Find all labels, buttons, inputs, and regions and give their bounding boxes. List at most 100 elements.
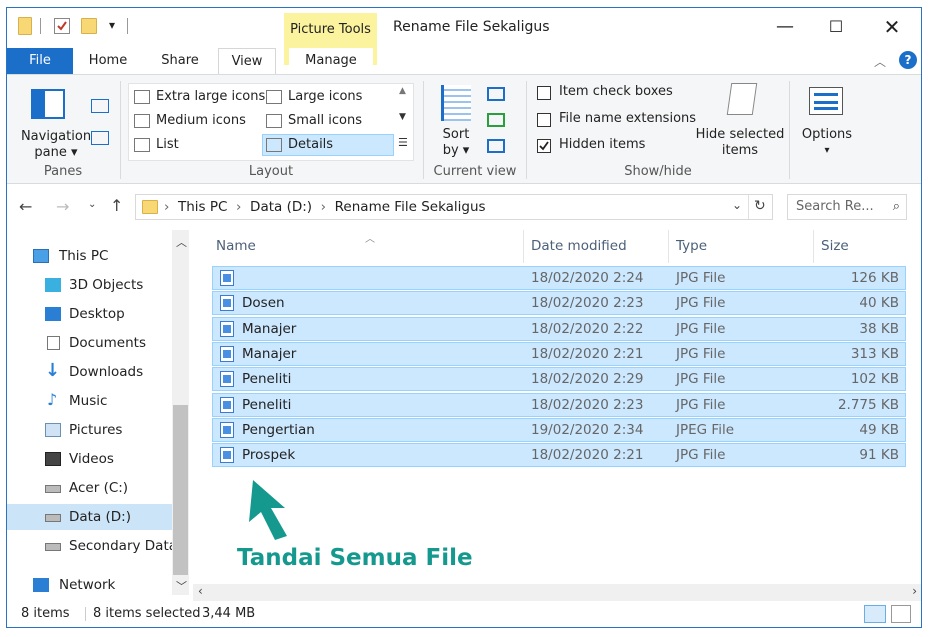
nav-item-acer-c[interactable]: Acer (C:) [7,475,172,501]
hide-selected-label2: items [721,143,759,158]
up-icon[interactable]: ↑ [110,196,123,215]
help-icon[interactable]: ? [899,51,917,69]
nav-item-documents[interactable]: Documents [7,330,172,356]
scroll-left-icon[interactable]: ‹ [198,584,203,598]
layout-details[interactable]: Details [262,134,394,156]
details-pane-icon[interactable] [91,131,109,145]
customize-qat-icon[interactable]: ▾ [109,18,115,32]
tab-view[interactable]: View [218,48,276,74]
medium-icons-icon [134,113,150,128]
recent-locations-icon[interactable]: ⌄ [88,199,96,210]
scroll-down-icon[interactable]: ﹀ [176,578,187,594]
large-icons-view-icon[interactable] [891,605,911,623]
gallery-more-icon[interactable]: ☰ [398,136,408,149]
nav-item-data-d[interactable]: Data (D:) [7,504,172,530]
file-date: 18/02/2020 2:23 [531,396,644,413]
table-row[interactable]: Manajer 18/02/2020 2:21 JPG File 313 KB [212,341,906,366]
nav-item-pictures[interactable]: Pictures [7,417,172,443]
hide-selected-button[interactable]: Hide selected items [695,127,785,159]
size-columns-icon[interactable] [487,139,505,153]
column-header-name[interactable]: Name [216,230,256,263]
nav-item-desktop[interactable]: Desktop [7,301,172,327]
breadcrumb-this-pc[interactable]: This PC [178,199,227,215]
options-icon [809,87,843,115]
navigation-pane-button[interactable]: Navigation pane ▾ [15,129,97,161]
breadcrumb-chevron-icon[interactable]: › [321,199,326,215]
hidden-items-checkbox[interactable] [537,139,551,153]
horizontal-scrollbar[interactable]: ‹ › [193,584,921,601]
navigation-pane-icon[interactable] [31,89,65,119]
gallery-scroll-down-icon[interactable]: ▼ [399,112,406,122]
tab-share[interactable]: Share [152,48,208,74]
close-button[interactable]: ✕ [869,8,915,48]
column-header-date[interactable]: Date modified [531,230,627,263]
preview-pane-icon[interactable] [91,99,109,113]
file-type: JPG File [676,270,726,286]
new-folder-icon[interactable] [81,18,97,34]
layout-list-label: List [156,137,179,152]
column-header-type[interactable]: Type [676,230,707,263]
address-bar[interactable]: › This PC › Data (D:) › Rename File Seka… [135,194,773,220]
scroll-right-icon[interactable]: › [912,584,917,598]
layout-medium-icons[interactable]: Medium icons [134,113,246,128]
breadcrumb-chevron-icon[interactable]: › [164,199,169,215]
nav-scrollbar-thumb[interactable] [173,405,188,575]
layout-extra-large-icons[interactable]: Extra large icons [134,89,265,104]
folder-icon[interactable] [18,17,32,35]
tab-manage[interactable]: Manage [289,48,373,74]
nav-item-this-pc[interactable]: This PC [7,243,172,269]
address-dropdown-icon[interactable]: ⌄ [732,198,742,212]
collapse-ribbon-icon[interactable]: ︿ [874,53,886,70]
table-row[interactable]: Dosen 18/02/2020 2:23 JPG File 40 KB [212,291,906,316]
layout-small-icons[interactable]: Small icons [266,113,362,128]
nav-item-videos[interactable]: Videos [7,446,172,472]
breadcrumb-data-d[interactable]: Data (D:) [250,199,312,215]
network-icon [33,578,49,592]
options-button[interactable]: Options ▾ [797,127,857,159]
details-view-icon[interactable] [864,605,886,623]
table-row[interactable]: Pengertian 19/02/2020 2:34 JPEG File 49 KB [212,417,906,442]
table-row[interactable]: Peneliti 18/02/2020 2:29 JPG File 102 KB [212,367,906,392]
search-input[interactable]: Search Re... ⌕ [787,194,907,220]
table-row[interactable]: Peneliti 18/02/2020 2:23 JPG File 2.775 KB [212,392,906,417]
layout-list[interactable]: List [134,137,179,152]
picture-icon [45,423,61,437]
gallery-scroll-up-icon[interactable]: ▲ [399,86,406,96]
table-row[interactable]: Prospek 18/02/2020 2:21 JPG File 91 KB [212,443,906,468]
nav-scrollbar[interactable]: ︿ ﹀ [172,230,189,595]
back-icon[interactable]: ← [19,197,32,216]
maximize-button[interactable]: ☐ [813,8,859,48]
nav-item-network[interactable]: Network [7,572,172,598]
layout-details-label: Details [288,137,334,152]
image-file-icon [220,345,234,362]
file-name-extensions-checkbox[interactable] [537,113,551,127]
breadcrumb-current-folder[interactable]: Rename File Sekaligus [335,199,486,215]
nav-label: This PC [59,248,109,264]
tab-file[interactable]: File [7,48,73,74]
image-file-icon [220,320,234,337]
minimize-button[interactable]: — [762,8,808,48]
layout-large-icons[interactable]: Large icons [266,89,362,104]
sort-by-button[interactable]: Sort by ▾ [431,127,481,159]
download-icon: ↓ [45,360,61,381]
file-name-extensions-label: File name extensions [559,111,697,126]
nav-item-secondary-data[interactable]: Secondary Data [7,533,177,559]
file-type: JPEG File [676,421,734,438]
add-columns-icon[interactable] [487,113,505,127]
group-by-icon[interactable] [487,87,505,101]
nav-item-music[interactable]: ♪ Music [7,388,172,414]
file-type: JPG File [676,371,726,388]
properties-icon[interactable] [54,18,70,34]
nav-item-downloads[interactable]: ↓ Downloads [7,359,172,385]
item-check-boxes-checkbox[interactable] [537,86,551,100]
breadcrumb-chevron-icon[interactable]: › [236,199,241,215]
scroll-up-icon[interactable]: ︿ [176,234,187,250]
small-icons-icon [266,113,282,128]
tab-home[interactable]: Home [80,48,136,74]
forward-icon[interactable]: → [56,197,69,216]
table-row[interactable]: Manajer 18/02/2020 2:22 JPG File 38 KB [212,316,906,341]
column-header-size[interactable]: Size [821,230,849,263]
refresh-icon[interactable]: ↻ [754,198,766,214]
nav-item-3d-objects[interactable]: 3D Objects [7,272,172,298]
table-row[interactable]: 18/02/2020 2:24 JPG File 126 KB [212,266,906,290]
